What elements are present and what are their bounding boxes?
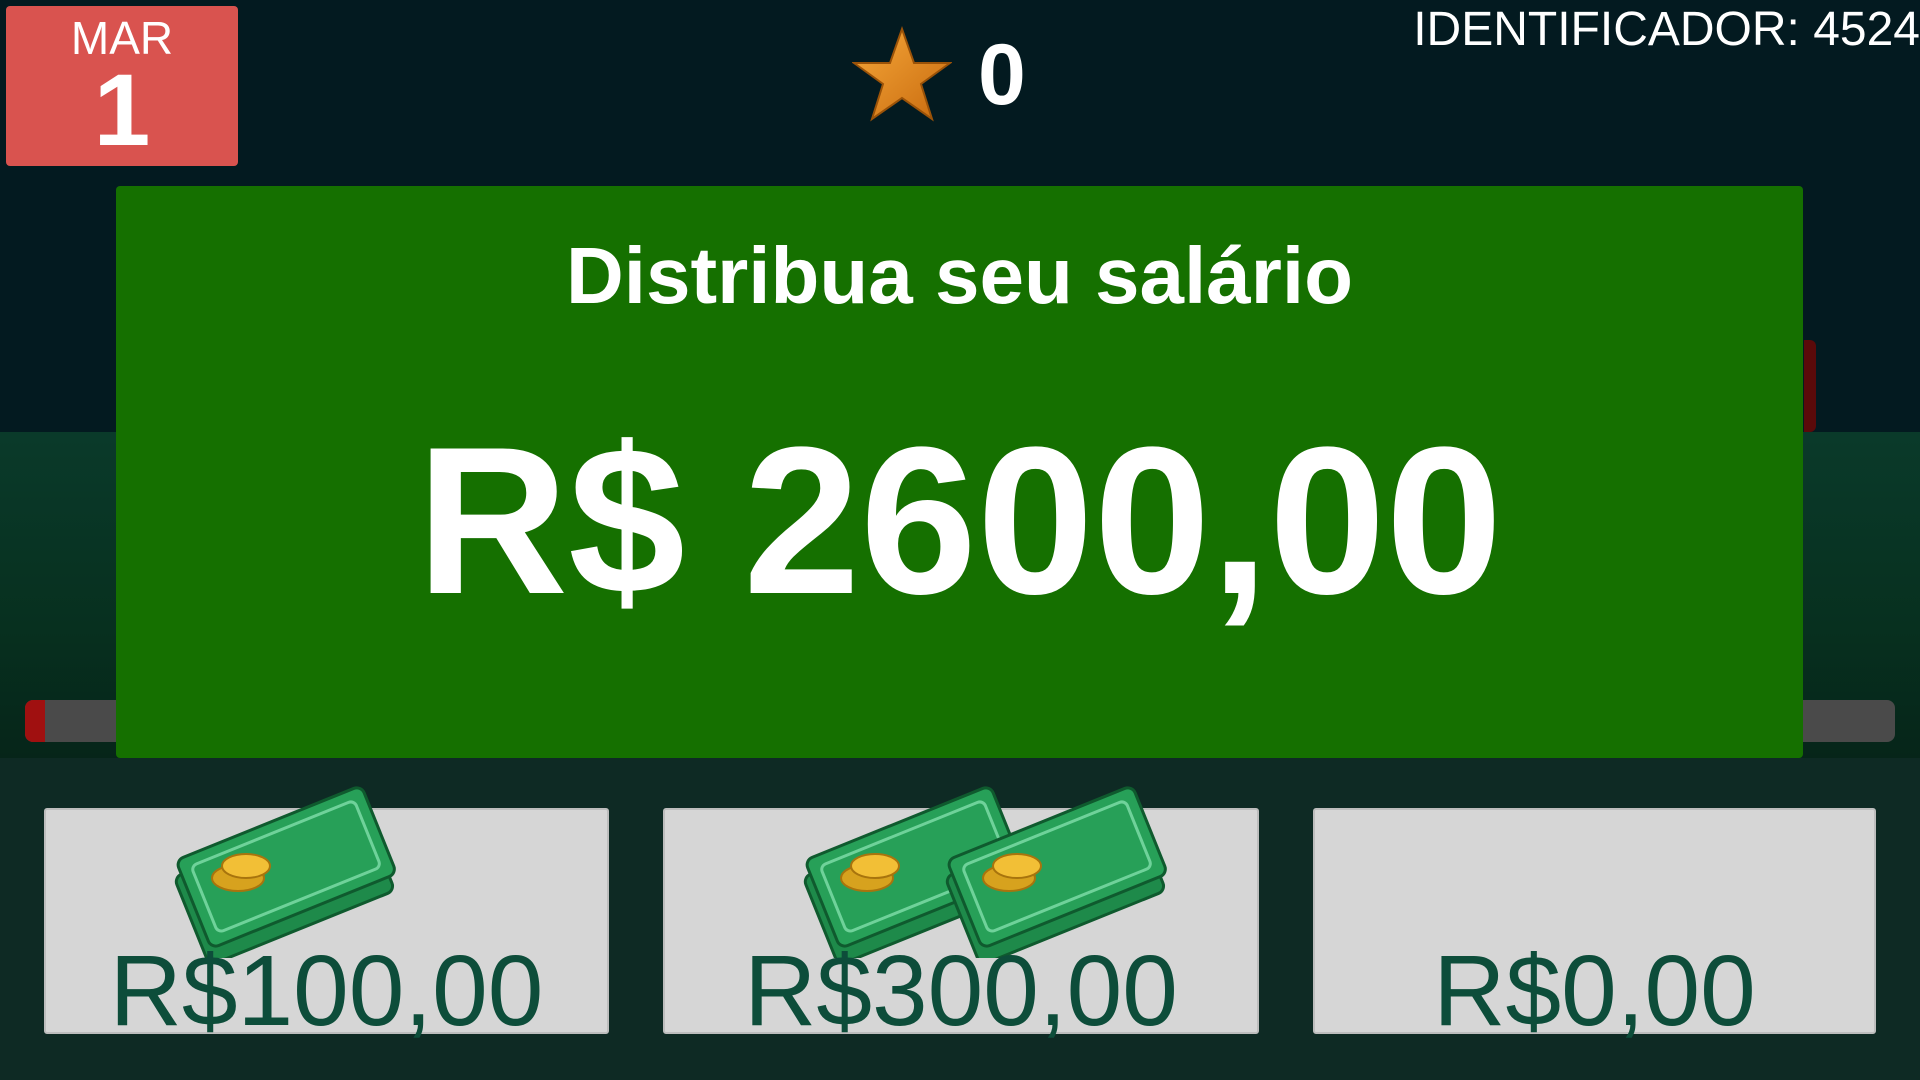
money-icon [174, 786, 396, 958]
calendar-day: 1 [93, 53, 151, 167]
option-card-100[interactable]: R$100,00 [44, 786, 609, 1046]
option-amount: R$0,00 [1433, 935, 1756, 1047]
salary-amount: R$ 2600,00 [416, 403, 1503, 638]
identifier-value: 4524 [1813, 3, 1920, 56]
option-card-0[interactable]: R$0,00 [1313, 808, 1876, 1046]
progress-bar-right [1790, 700, 1895, 742]
options-tray: R$100,00 R$300,00 R$0,00 [0, 758, 1920, 1080]
option-amount: R$100,00 [109, 935, 544, 1047]
option-card-300[interactable]: R$300,00 [663, 786, 1259, 1046]
calendar-date: MAR 1 [6, 6, 238, 166]
money-icon [945, 786, 1167, 958]
identifier-label: IDENTIFICADOR: [1413, 3, 1800, 56]
player-identifier: IDENTIFICADOR: 4524 [1413, 2, 1920, 58]
background-decoration [1804, 340, 1816, 432]
panel-title: Distribua seu salário [566, 231, 1353, 320]
salary-distribution-panel: Distribua seu salário R$ 2600,00 [116, 186, 1803, 758]
option-amount: R$300,00 [744, 935, 1178, 1047]
star-score: 0 [852, 20, 1026, 130]
star-icon [852, 25, 952, 122]
score-value: 0 [978, 26, 1026, 123]
